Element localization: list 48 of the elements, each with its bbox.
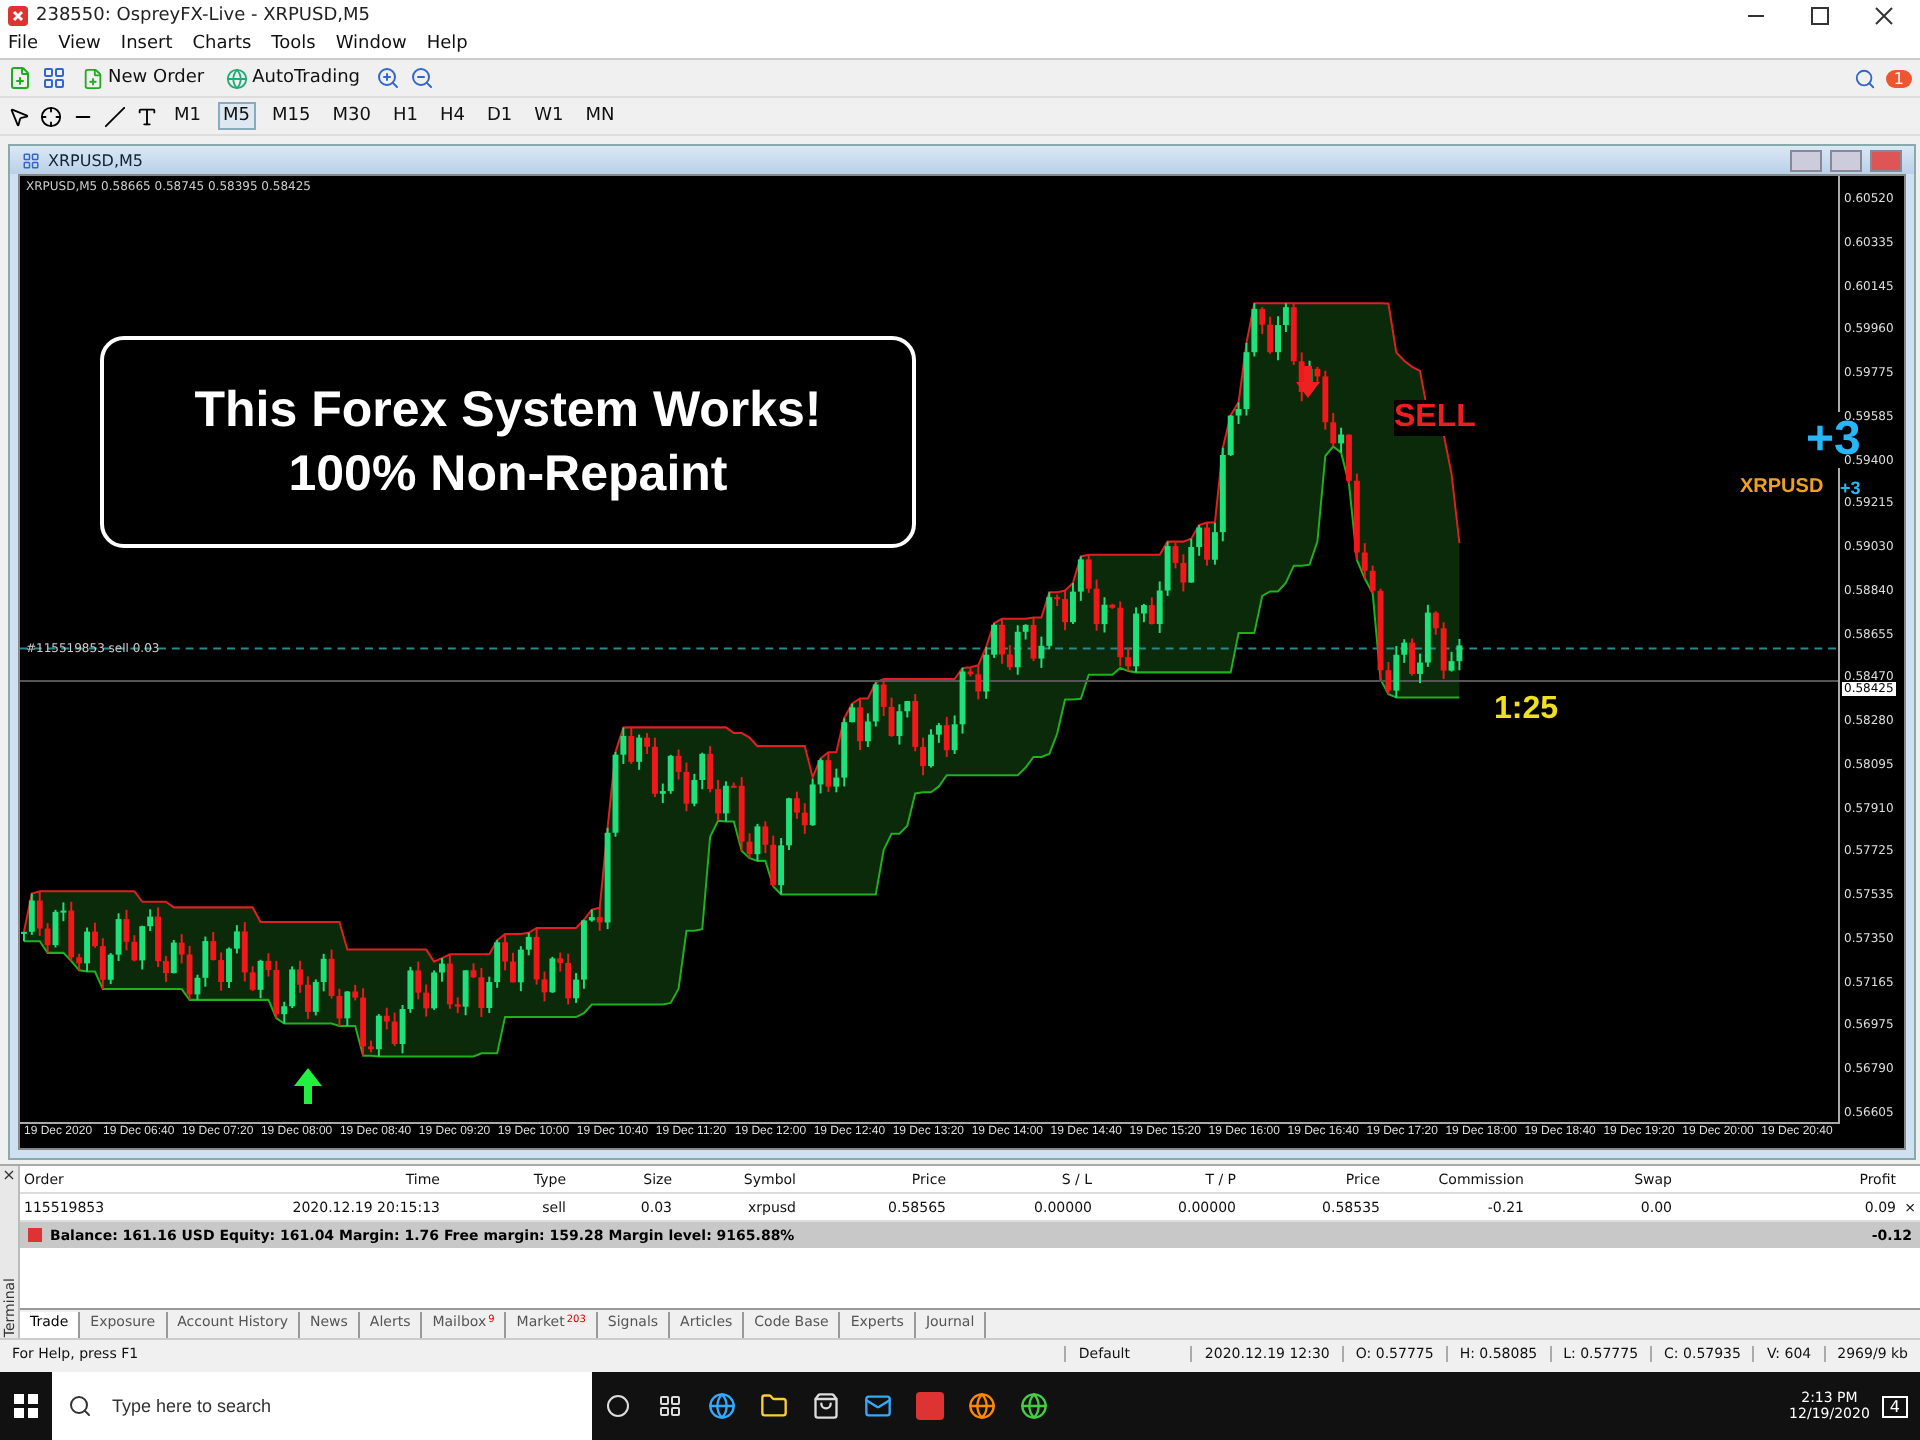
symbol-label: XRPUSD (1740, 476, 1824, 498)
timeframe-button[interactable]: D1 (480, 102, 519, 130)
callout-text: 100% Non-Repaint (288, 444, 728, 506)
notification-badge: 1 (1885, 69, 1912, 87)
autotrading-button[interactable]: AutoTrading (220, 63, 366, 93)
trendline-icon[interactable] (104, 105, 126, 127)
search-icon[interactable] (1853, 67, 1876, 89)
symbol-score-label: +3 (1840, 478, 1861, 498)
timeframe-button[interactable]: W1 (528, 102, 570, 130)
sell-arrow-icon (1296, 366, 1320, 398)
text-icon[interactable] (136, 105, 158, 127)
cursor-icon[interactable] (8, 105, 30, 127)
menu-item[interactable]: Charts (192, 34, 252, 54)
buy-arrow-icon (294, 1068, 322, 1104)
menu-item[interactable]: Tools (271, 34, 316, 54)
new-order-button[interactable]: New Order (76, 63, 211, 93)
search-icon (68, 1394, 92, 1418)
signal-label: SELL (1394, 400, 1476, 436)
search-field[interactable]: Type here to search (108, 1394, 576, 1418)
crosshair-icon[interactable] (40, 105, 62, 127)
timeframe-button[interactable]: MN (579, 102, 621, 130)
timeframe-button[interactable]: H1 (386, 102, 424, 130)
timeframe-button[interactable]: M15 (266, 102, 317, 130)
menu-item[interactable]: File (8, 34, 39, 54)
menu-item[interactable]: Insert (120, 34, 173, 54)
window-title: 238550: OspreyFX-Live - XRPUSD,M5 (36, 5, 373, 25)
maximize-icon[interactable] (1810, 5, 1830, 25)
document-plus-icon (82, 67, 104, 89)
balance-icon (28, 1228, 42, 1242)
menu-item[interactable]: View (58, 34, 101, 54)
close-button[interactable]: × (2, 1166, 16, 1184)
timeframe-button[interactable]: M5 (217, 102, 256, 130)
menu-item[interactable]: Window (335, 34, 407, 54)
search-bar[interactable]: Type here to search (52, 1372, 592, 1440)
close-icon[interactable] (1874, 5, 1894, 25)
timeframe-button[interactable]: H4 (433, 102, 471, 130)
notification-count[interactable]: 4 (1881, 1395, 1908, 1417)
zoom-out-icon[interactable] (410, 66, 434, 90)
callout-text: This Forex System Works! (194, 379, 822, 441)
close-button[interactable] (1870, 149, 1902, 171)
app-logo-icon (8, 5, 28, 25)
timeframe-button[interactable]: M1 (168, 102, 207, 130)
chart-title: XRPUSD,M5 (48, 151, 145, 169)
menu-item[interactable]: Help (426, 34, 468, 54)
zoom-in-icon[interactable] (376, 66, 400, 90)
globe-icon (226, 67, 249, 89)
new-chart-icon[interactable] (8, 66, 32, 90)
timeframe-button[interactable]: M30 (326, 102, 377, 130)
